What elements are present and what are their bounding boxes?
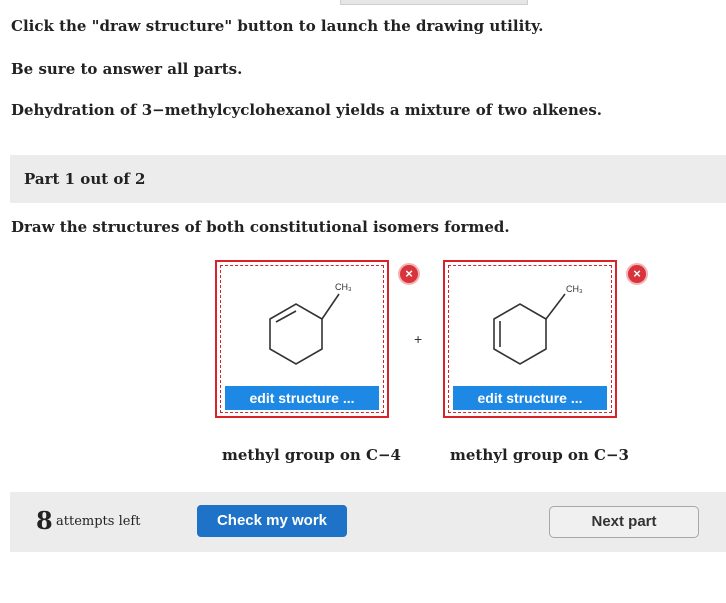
caption-structure-2: methyl group on C−3 xyxy=(450,446,629,464)
question-text: Draw the structures of both constitution… xyxy=(11,218,510,236)
problem-statement: Dehydration of 3−methylcyclohexanol yiel… xyxy=(11,101,603,119)
part-label: Part 1 out of 2 xyxy=(24,170,146,188)
methyl-label-1: CH₃ xyxy=(335,282,352,292)
structure-box-2[interactable]: CH₃ edit structure ... xyxy=(443,260,617,418)
plus-sign: + xyxy=(414,331,423,347)
structure-box-1[interactable]: CH₃ edit structure ... xyxy=(215,260,389,418)
attempts-label: attempts left xyxy=(56,514,141,529)
edit-structure-button-1[interactable]: edit structure ... xyxy=(225,386,379,410)
footer-bar: 8 attempts left Check my work Next part xyxy=(10,492,726,552)
check-my-work-button[interactable]: Check my work xyxy=(197,505,347,537)
part-header: Part 1 out of 2 xyxy=(10,155,726,203)
remove-structure-2-icon[interactable]: × xyxy=(626,263,648,285)
next-part-button[interactable]: Next part xyxy=(549,506,699,538)
instruction-draw-structure: Click the "draw structure" button to lau… xyxy=(11,17,544,35)
caption-structure-1: methyl group on C−4 xyxy=(222,446,401,464)
top-scroll-tab xyxy=(340,0,528,5)
methyl-label-2: CH₃ xyxy=(566,284,583,294)
instruction-answer-all: Be sure to answer all parts. xyxy=(11,60,243,78)
edit-structure-button-2[interactable]: edit structure ... xyxy=(453,386,607,410)
remove-structure-1-icon[interactable]: × xyxy=(398,263,420,285)
attempts-count: 8 xyxy=(36,506,53,535)
